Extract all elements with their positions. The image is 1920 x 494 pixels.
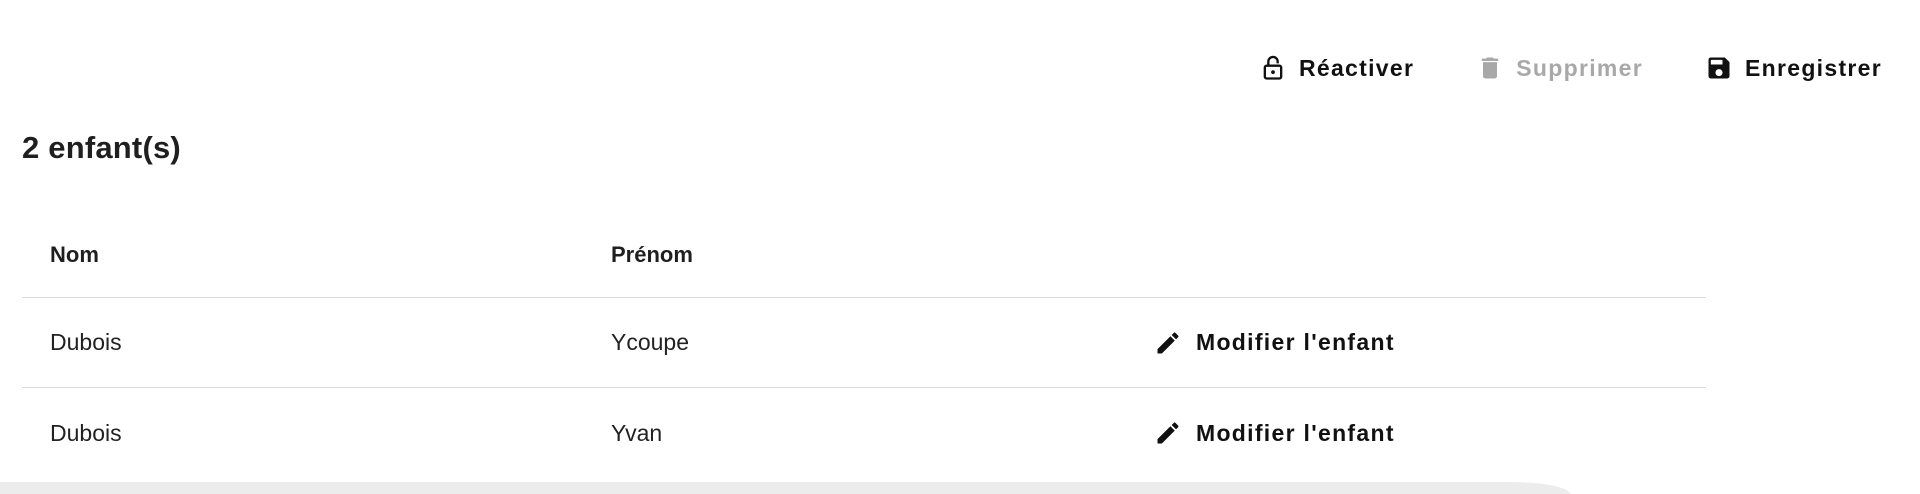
delete-button[interactable]: Supprimer [1458,42,1661,94]
save-button[interactable]: Enregistrer [1687,42,1900,94]
table-row: Dubois Ycoupe Modifier l'enfant [22,298,1706,388]
children-count-heading: 2 enfant(s) [22,130,181,165]
lock-open-icon [1259,54,1287,82]
edit-child-label: Modifier l'enfant [1196,419,1395,446]
cell-action: Modifier l'enfant [1144,411,1706,455]
horizontal-scrollbar[interactable] [0,482,1570,494]
edit-child-button[interactable]: Modifier l'enfant [1148,411,1401,455]
reactivate-label: Réactiver [1298,54,1415,81]
toolbar: Réactiver Supprimer Enregistrer [1241,42,1900,94]
column-header-nom: Nom [50,241,99,267]
cell-prenom: Ycoupe [611,329,690,355]
children-table: Nom Prénom Dubois Ycoupe Modifier l'enfa… [22,212,1706,478]
trash-icon [1476,54,1504,82]
edit-child-label: Modifier l'enfant [1196,329,1395,355]
column-header-prenom: Prénom [611,241,693,267]
table-header-row: Nom Prénom [22,212,1706,298]
delete-label: Supprimer [1516,54,1643,81]
save-label: Enregistrer [1744,54,1882,81]
pencil-icon [1154,419,1182,447]
cell-nom: Dubois [50,329,122,355]
save-icon [1705,54,1733,82]
children-panel: Réactiver Supprimer Enregistrer 2 enfant… [0,0,1920,494]
reactivate-button[interactable]: Réactiver [1241,42,1432,94]
table-row: Dubois Yvan Modifier l'enfant [22,388,1706,478]
cell-action: Modifier l'enfant [1144,321,1706,365]
edit-child-button[interactable]: Modifier l'enfant [1148,321,1401,365]
pencil-icon [1154,329,1182,357]
cell-prenom: Yvan [611,419,663,446]
cell-nom: Dubois [50,419,122,446]
